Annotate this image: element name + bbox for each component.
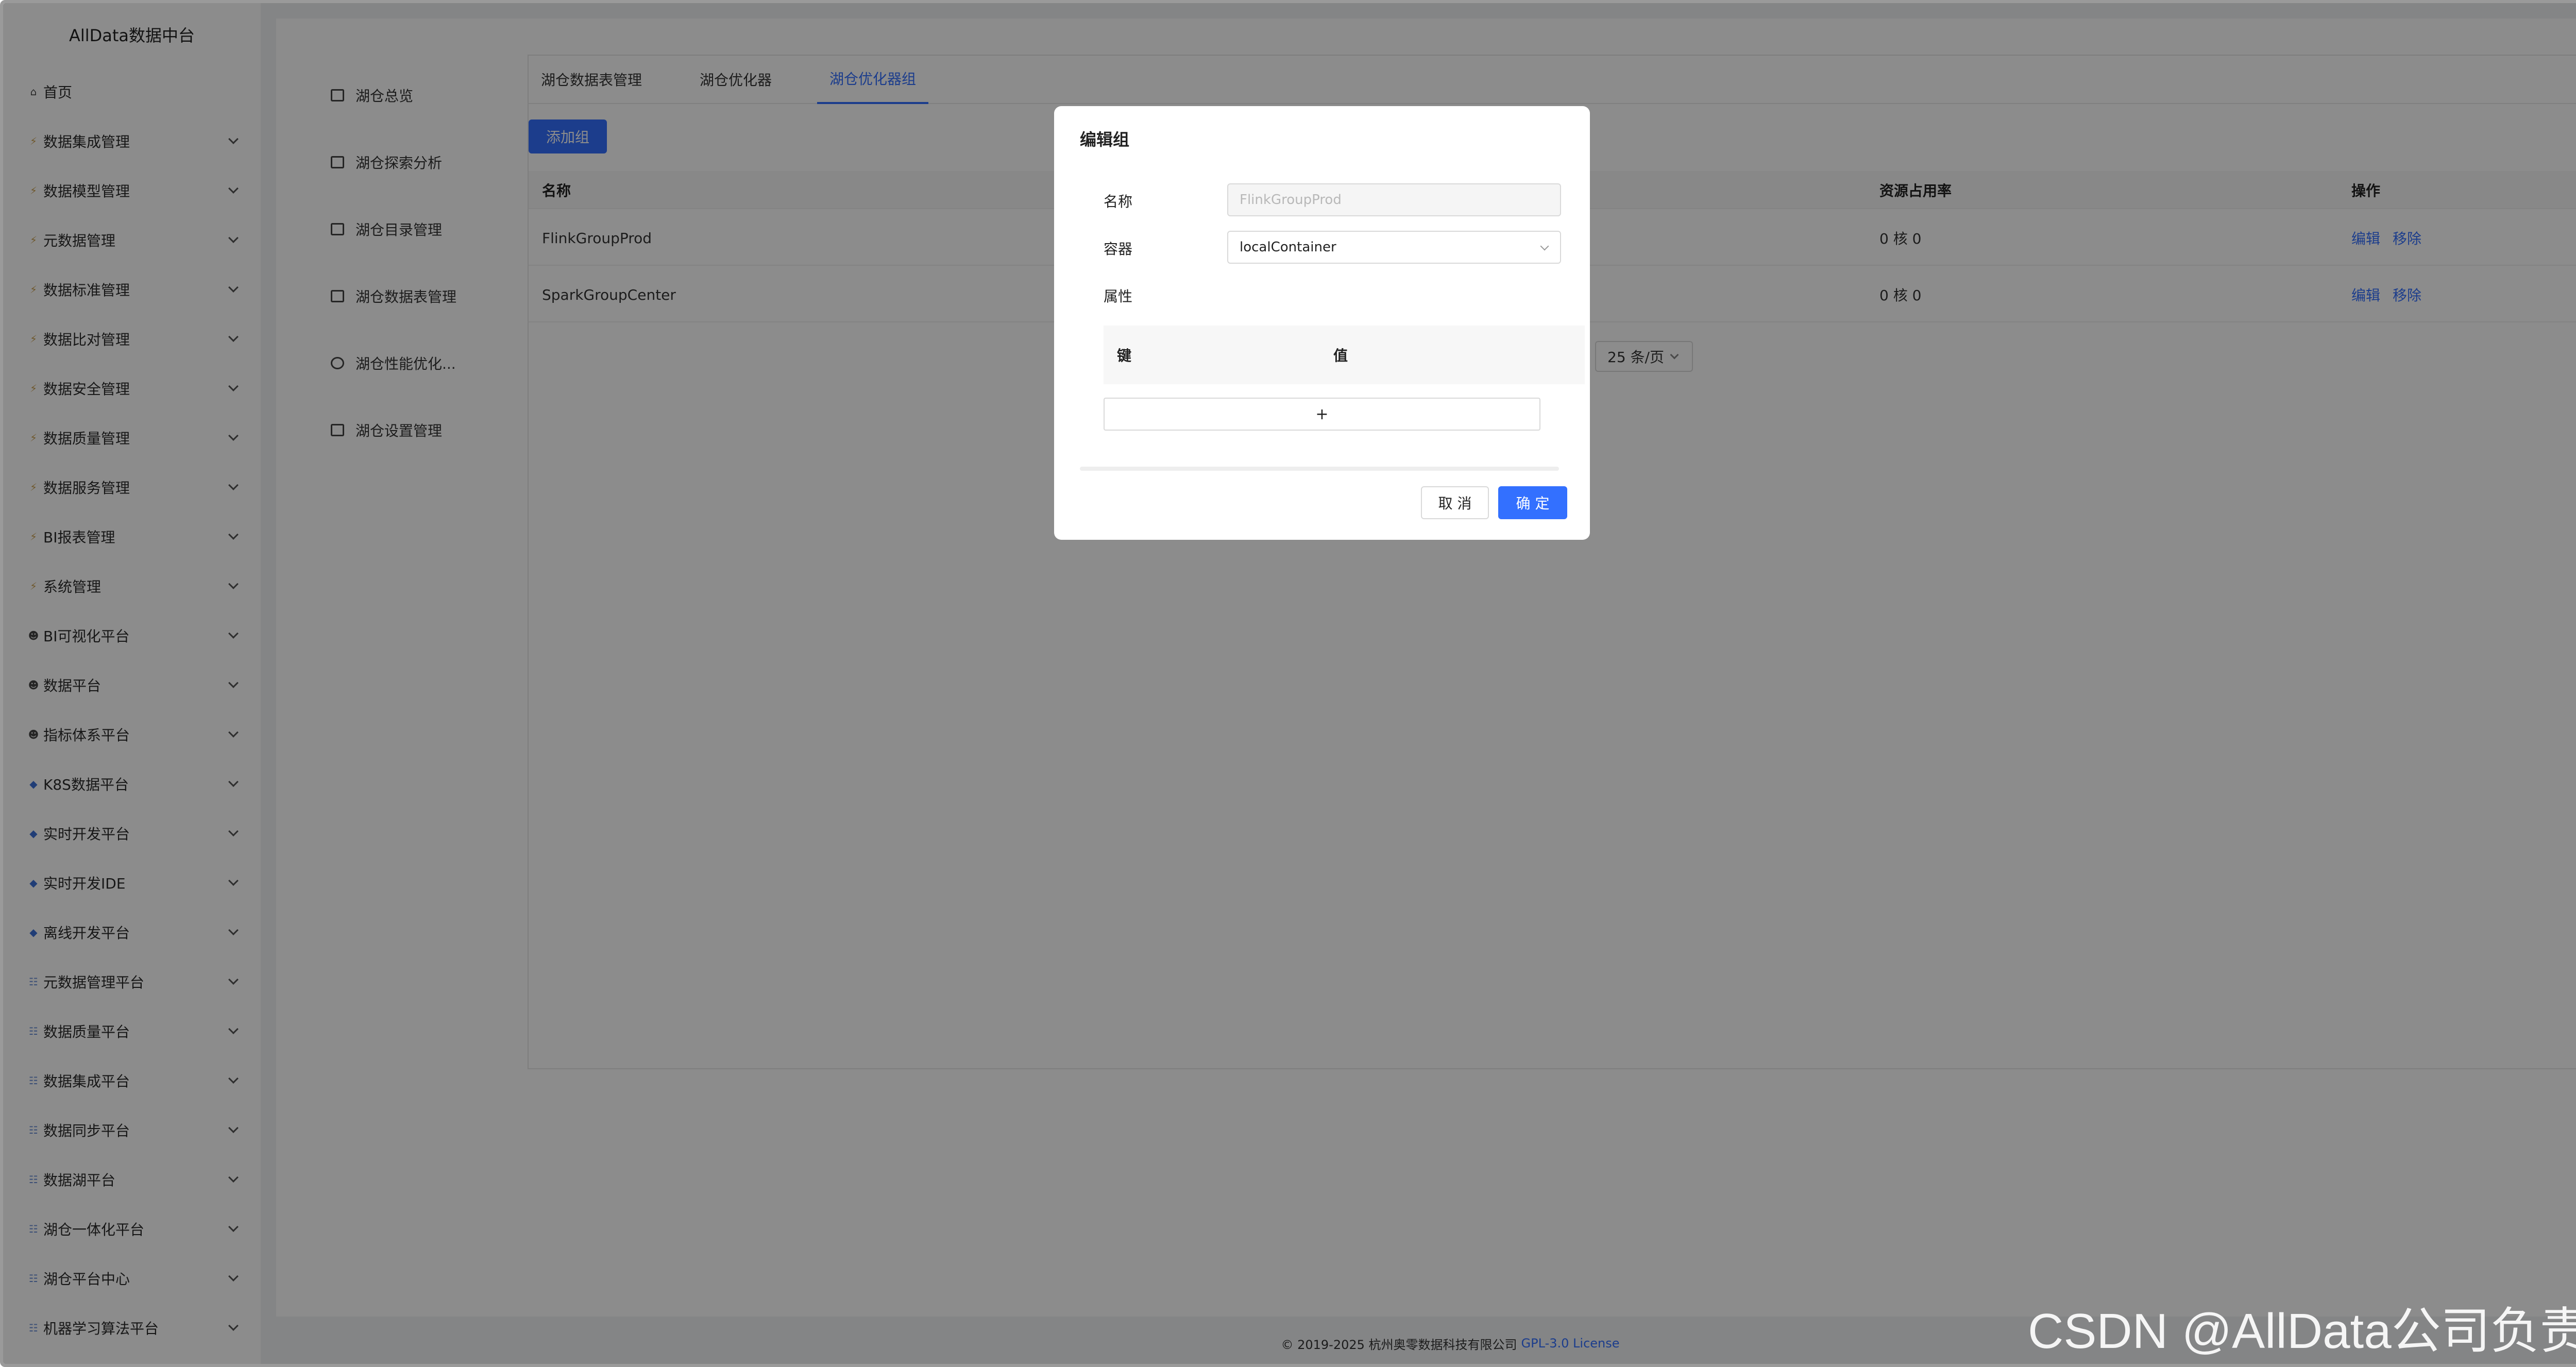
add-property-button[interactable]: + bbox=[1104, 398, 1540, 431]
properties-table-header: 键 值 bbox=[1104, 326, 1585, 384]
csdn-watermark: CSDN @AllData公司负责人 bbox=[2028, 1304, 2576, 1359]
key-column-header: 键 bbox=[1117, 347, 1132, 364]
app-window: AllData数据中台 ⌂ 首页 ⚡ 数据集成管理 ⚡ 数据模型管理 ⚡ 元数据… bbox=[0, 0, 2576, 1367]
name-input: FlinkGroupProd bbox=[1227, 183, 1561, 216]
value-column-header: 值 bbox=[1333, 347, 1348, 364]
cancel-button[interactable]: 取 消 bbox=[1421, 486, 1489, 519]
properties-label: 属性 bbox=[1104, 288, 1133, 305]
container-label: 容器 bbox=[1104, 241, 1133, 258]
container-select-value: localContainer bbox=[1240, 240, 1336, 255]
name-label: 名称 bbox=[1104, 193, 1133, 210]
container-select[interactable]: localContainer bbox=[1227, 231, 1561, 264]
horizontal-scrollbar[interactable] bbox=[1080, 467, 1559, 471]
name-input-value: FlinkGroupProd bbox=[1240, 192, 1342, 208]
ok-button[interactable]: 确 定 bbox=[1498, 486, 1567, 519]
modal-title: 编辑组 bbox=[1080, 130, 1130, 149]
edit-group-modal: 编辑组 名称 FlinkGroupProd 容器 localContainer … bbox=[1054, 106, 1590, 540]
chevron-down-icon bbox=[1540, 242, 1549, 251]
